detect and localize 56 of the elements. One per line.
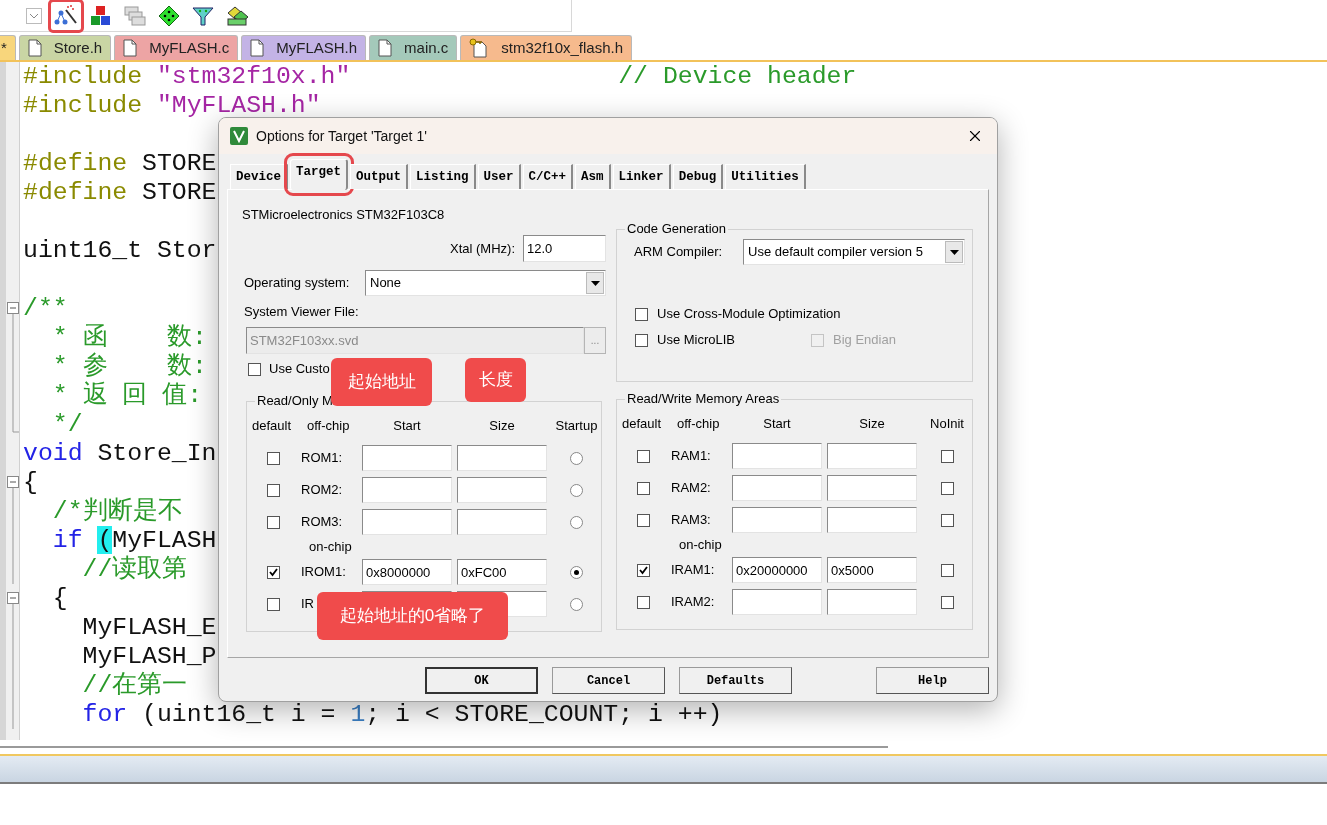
checkbox-label: Use Custo xyxy=(269,360,330,379)
code-line: if (MyFLASH xyxy=(51,526,217,554)
checkbox-label: Use MicroLIB xyxy=(657,331,736,350)
code-line: #define STORE xyxy=(23,149,217,177)
column-header: NoInit xyxy=(930,416,964,432)
code-line: #define STORE xyxy=(23,178,217,206)
column-header: Size xyxy=(489,418,515,434)
column-header: default xyxy=(252,418,292,433)
row-label: RAM1: xyxy=(671,447,711,466)
column-header: off-chip xyxy=(677,416,720,431)
code-line: uint16_t Stor xyxy=(23,236,217,264)
field-label: ARM Compiler: xyxy=(634,243,724,262)
row-label: RAM2: xyxy=(671,479,711,498)
note-tooltip: 起始地址 xyxy=(331,358,432,406)
code-line: #include "stm32f10x.h" // Device header xyxy=(23,62,857,90)
column-header: Startup xyxy=(555,418,598,434)
note-tooltip: 起始地址的0省略了 xyxy=(317,592,508,640)
code-line: //读取第 xyxy=(81,555,188,583)
checkbox-label: Use Cross-Module Optimization xyxy=(657,305,841,324)
row-label: RAM3: xyxy=(671,511,711,530)
code-line: * 返 回 值: xyxy=(51,381,203,409)
column-header: off-chip xyxy=(307,418,350,433)
section-label: on-chip xyxy=(679,537,722,552)
code-line: /** xyxy=(23,294,68,322)
code-line: MyFLASH_E xyxy=(81,613,217,641)
row-label: ROM3: xyxy=(301,513,343,532)
note-tooltip: 长度 xyxy=(465,358,526,402)
code-line: { xyxy=(23,468,38,496)
row-label: ROM1: xyxy=(301,449,343,468)
code-line: * 参 数: xyxy=(51,352,207,380)
row-label: IROM1: xyxy=(301,563,346,582)
device-name: STMicroelectronics STM32F103C8 xyxy=(242,206,446,224)
column-header: Start xyxy=(393,418,421,434)
row-label: IRAM1: xyxy=(671,561,715,580)
row-label: ROM2: xyxy=(301,481,343,500)
field-label: Operating system: xyxy=(244,274,351,293)
code-line: void Store_In xyxy=(23,439,217,467)
code-line: * 函 数: xyxy=(51,323,207,351)
column-header: default xyxy=(622,416,662,431)
row-label: IRAM2: xyxy=(671,593,715,612)
row-label: IR xyxy=(301,595,314,614)
group-title: Read/Write Memory Areas xyxy=(625,391,782,407)
column-header: Size xyxy=(859,416,885,432)
code-line: /*判断是不 xyxy=(51,497,183,525)
code-line: MyFLASH_P xyxy=(81,642,217,670)
field-label: System Viewer File: xyxy=(243,304,360,320)
window-title: Options for Target 'Target 1' xyxy=(256,126,427,146)
field-label: Xtal (MHz): xyxy=(450,239,515,258)
code-line: //在第一 xyxy=(81,671,188,699)
code-line: { xyxy=(51,584,68,612)
checkbox-label: Big Endian xyxy=(833,331,896,350)
code-line: #include "MyFLASH.h" xyxy=(23,91,321,119)
code-line: for (uint16_t i = 1; i < STORE_COUNT; i ++) xyxy=(81,700,723,728)
column-header: Start xyxy=(763,416,791,432)
section-label: on-chip xyxy=(309,539,352,554)
code-line: */ xyxy=(51,410,83,438)
